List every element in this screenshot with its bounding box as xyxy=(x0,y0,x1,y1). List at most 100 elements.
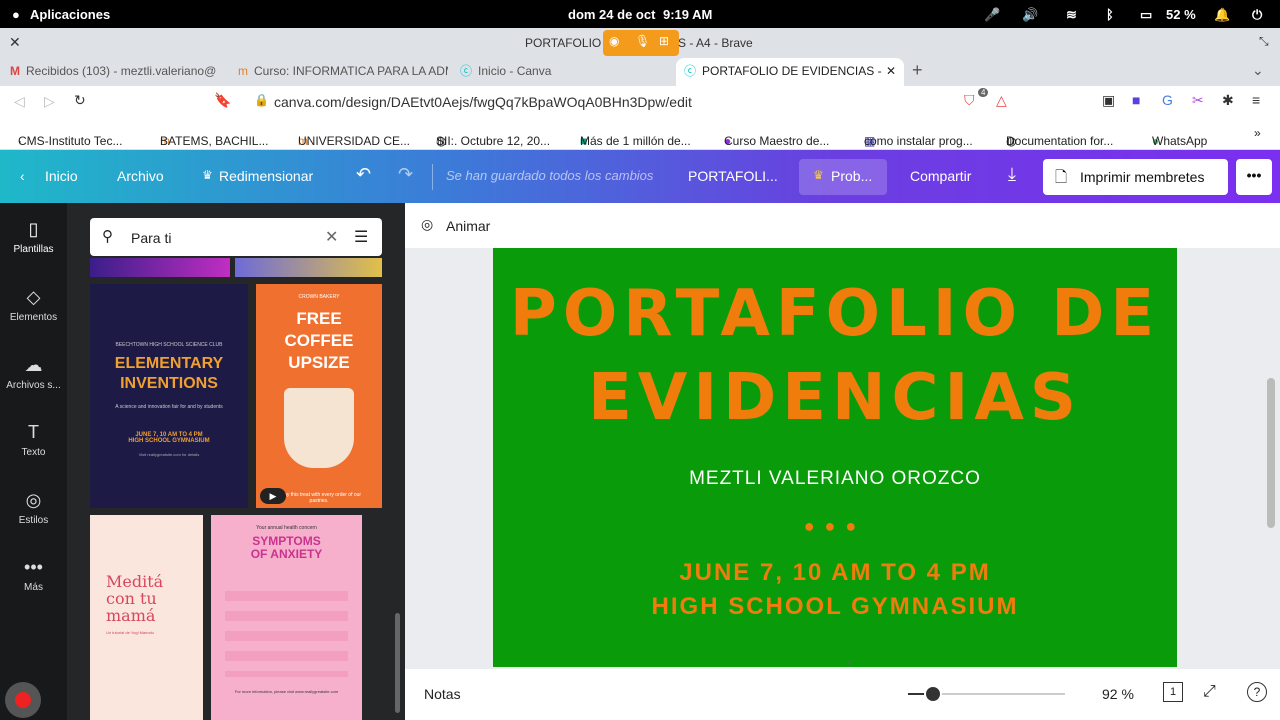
bookmark-label: UNIVERSIDAD CE... xyxy=(298,134,411,148)
volume-icon[interactable]: 🔊 xyxy=(1022,7,1038,23)
share-screen-icon: ⊞ xyxy=(659,34,670,48)
panel-scrollbar[interactable] xyxy=(395,613,400,713)
redo-icon[interactable]: ↷ xyxy=(398,164,413,185)
undo-icon[interactable]: ↶ xyxy=(356,164,371,185)
recording-indicator[interactable]: ◉ 🎙 ⊞ xyxy=(603,30,679,56)
crown-icon: ♛ xyxy=(202,168,213,182)
design-date[interactable]: JUNE 7, 10 AM TO 4 PM xyxy=(493,559,1177,587)
battery-icon[interactable]: ▭ xyxy=(1140,7,1152,23)
text-icon: T xyxy=(28,422,39,442)
os-date[interactable]: dom 24 de oct xyxy=(568,7,655,22)
sidebar-item-mas[interactable]: ••• Más xyxy=(0,557,67,593)
tab-portafolio[interactable]: ⓒ PORTAFOLIO DE EVIDENCIAS - ✕ xyxy=(676,58,904,86)
power-icon[interactable]: ⏻ xyxy=(1252,7,1262,23)
template-free-coffee[interactable]: CROWN BAKERY FREE COFFEE UPSIZE Enjoy th… xyxy=(256,284,382,508)
template-text: For more information, please visit www.r… xyxy=(234,689,339,694)
canvas-scrollbar[interactable] xyxy=(1267,378,1275,528)
design-dots: ●●● xyxy=(803,516,867,536)
bookmark-icon[interactable]: 🔖 xyxy=(214,92,231,109)
sidebar-label: Más xyxy=(24,582,43,593)
browser-menu-icon[interactable]: ≡ xyxy=(1252,92,1260,108)
tab-gmail[interactable]: M Recibidos (103) - meztli.valeriano@ xyxy=(10,58,222,86)
sidebar-item-estilos[interactable]: ◎ Estilos xyxy=(0,490,67,526)
bookmark-label: Curso Maestro de... xyxy=(724,134,830,148)
wifi-icon[interactable]: ≋ xyxy=(1066,7,1077,23)
search-box[interactable]: ⚲ Para ti ✕ ☰ xyxy=(90,218,382,256)
tab-menu-icon[interactable]: ⌄ xyxy=(1252,62,1264,79)
document-title[interactable]: PORTAFOLI... xyxy=(688,168,778,184)
os-time[interactable]: 9:19 AM xyxy=(663,7,712,22)
divider xyxy=(432,164,433,190)
design-place[interactable]: HIGH SCHOOL GYMNASIUM xyxy=(493,593,1177,621)
more-bookmarks-icon[interactable]: » xyxy=(1254,126,1261,140)
zoom-slider-thumb[interactable] xyxy=(924,685,942,703)
apps-menu-icon[interactable]: ● xyxy=(12,7,20,22)
meet-icon[interactable]: ■ xyxy=(1132,92,1140,108)
apps-menu[interactable]: Aplicaciones xyxy=(30,7,110,22)
template-elementary-inventions[interactable]: BEECHTOWN HIGH SCHOOL SCIENCE CLUB ELEME… xyxy=(90,284,248,508)
new-tab-icon[interactable]: + xyxy=(912,60,923,81)
page-count[interactable]: 1 xyxy=(1163,682,1183,702)
coffee-cup-image xyxy=(284,388,354,468)
more-icon: ••• xyxy=(24,557,43,577)
sidebar-item-plantillas[interactable]: ▯ Plantillas xyxy=(0,219,67,255)
template-title: ELEMENTARY INVENTIONS xyxy=(114,355,224,392)
file-menu[interactable]: Archivo xyxy=(117,168,164,184)
sidebar-item-texto[interactable]: T Texto xyxy=(0,422,67,458)
template-medita[interactable]: Meditá con tu mamá Un tutorial de Yogi M… xyxy=(90,515,203,720)
bluetooth-icon[interactable]: ᛒ xyxy=(1106,7,1114,22)
close-window-icon[interactable]: ✕ xyxy=(9,34,21,51)
notification-icon[interactable]: 🔔 xyxy=(1214,7,1230,23)
clear-search-icon[interactable]: ✕ xyxy=(325,227,338,247)
share-button[interactable]: Compartir xyxy=(910,168,971,184)
back-icon[interactable]: ◁ xyxy=(14,93,25,110)
fullscreen-icon[interactable]: ⤢ xyxy=(1203,683,1216,701)
download-icon[interactable]: ⤓ xyxy=(1008,164,1016,185)
bookmark-label: CMS-Instituto Tec... xyxy=(18,134,123,148)
print-button[interactable]: 🗋 Imprimir membretes xyxy=(1043,159,1228,195)
record-button[interactable] xyxy=(5,682,41,718)
sidebar-label: Plantillas xyxy=(13,244,54,255)
chevron-left-icon[interactable]: ‹ xyxy=(20,168,25,184)
template-symptoms-anxiety[interactable]: Your annual health concern SYMPTOMS OF A… xyxy=(211,515,362,720)
bookmark-label: Más de 1 millón de... xyxy=(580,134,691,148)
template-text: Your annual health concern xyxy=(256,525,317,531)
filter-icon[interactable]: ☰ xyxy=(354,227,368,247)
design-author[interactable]: MEZTLI VALERIANO OROZCO xyxy=(493,468,1177,490)
pip-icon[interactable]: ▣ xyxy=(1102,92,1115,109)
tab-curso[interactable]: m Curso: INFORMATICA PARA LA ADM xyxy=(238,58,448,86)
extension-icon[interactable]: ✂ xyxy=(1192,92,1204,109)
design-title-line2[interactable]: EVIDENCIAS xyxy=(493,358,1177,438)
brave-rewards-icon[interactable]: △ xyxy=(996,92,1007,109)
template-thumb-partial[interactable] xyxy=(235,258,382,277)
more-options-button[interactable]: ••• xyxy=(1236,159,1272,195)
animate-icon[interactable]: ◎ xyxy=(421,216,433,233)
fullscreen-icon[interactable]: ⤡ xyxy=(1259,34,1269,49)
search-input[interactable]: Para ti xyxy=(131,230,171,246)
mic-icon[interactable]: 🎤 xyxy=(984,7,1000,23)
design-title-line1[interactable]: PORTAFOLIO DE xyxy=(493,270,1177,358)
resize-button[interactable]: Redimensionar xyxy=(219,168,313,184)
design-page[interactable]: PORTAFOLIO DE EVIDENCIAS MEZTLI VALERIAN… xyxy=(493,248,1177,667)
notes-button[interactable]: Notas xyxy=(424,686,461,702)
help-icon[interactable]: ? xyxy=(1247,682,1267,702)
save-status: Se han guardado todos los cambios xyxy=(446,168,654,183)
url-field[interactable]: canva.com/design/DAEtvt0Aejs/fwgQq7kBpaW… xyxy=(274,94,692,110)
template-thumb-partial[interactable] xyxy=(90,258,230,277)
template-text: CROWN BAKERY xyxy=(298,294,340,300)
home-link[interactable]: Inicio xyxy=(45,168,78,184)
zoom-level[interactable]: 92 % xyxy=(1102,686,1134,702)
translate-icon[interactable]: G xyxy=(1162,92,1173,108)
forward-icon[interactable]: ▷ xyxy=(44,93,55,110)
sidebar-item-archivos[interactable]: ☁ Archivos s... xyxy=(0,355,67,391)
reload-icon[interactable]: ↻ xyxy=(74,92,86,109)
sidebar-item-elementos[interactable]: ◇ Elementos xyxy=(0,287,67,323)
animate-button[interactable]: Animar xyxy=(446,218,490,234)
try-pro-button[interactable]: ♛ Prob... xyxy=(799,159,887,195)
brave-shield-icon[interactable]: ⛉ xyxy=(964,92,975,109)
close-tab-icon[interactable]: ✕ xyxy=(886,58,896,84)
tab-canva-home[interactable]: ⓒ Inicio - Canva xyxy=(460,58,660,86)
extensions-icon[interactable]: ✱ xyxy=(1222,92,1234,109)
expand-pages-icon[interactable]: ⌃ xyxy=(845,661,853,672)
template-list xyxy=(225,581,348,677)
